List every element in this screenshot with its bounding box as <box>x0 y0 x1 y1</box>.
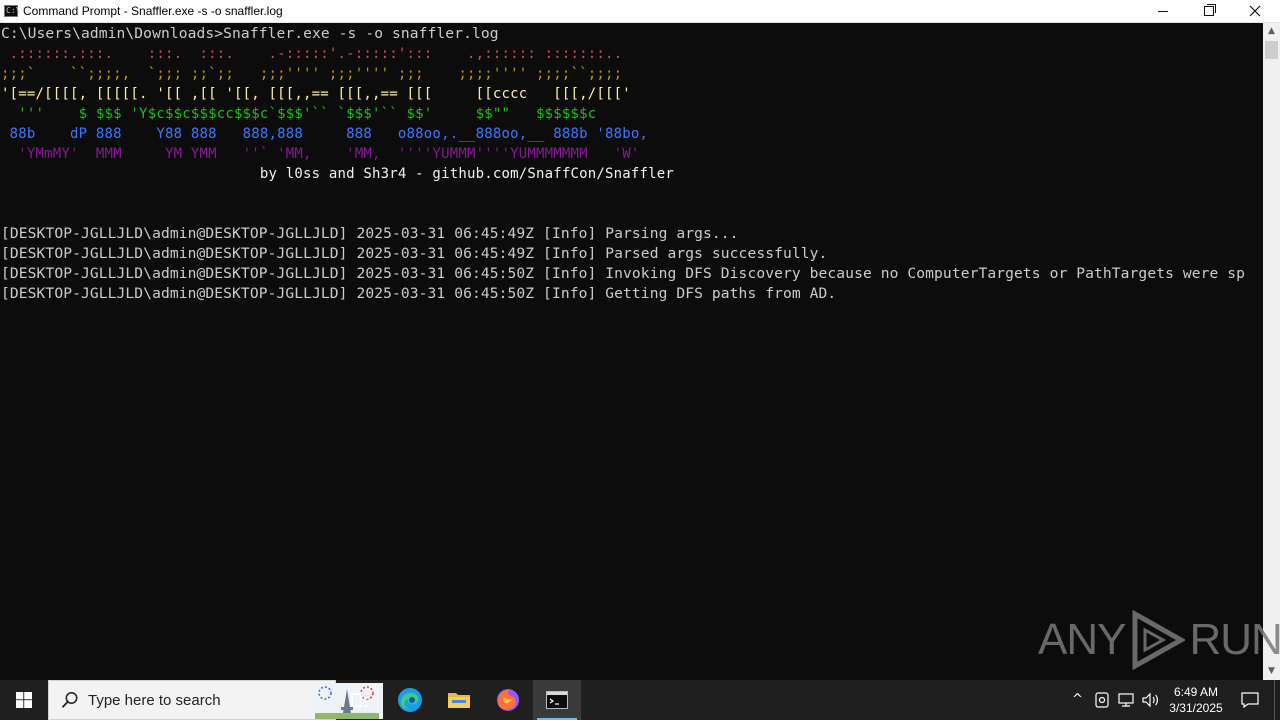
watermark-text-right: RUN <box>1189 615 1280 664</box>
folder-icon <box>448 693 470 708</box>
action-center-button[interactable] <box>1232 680 1268 720</box>
minimize-icon <box>1158 10 1168 12</box>
banner-line: 'YMmMY' MMM YM YMM ''` 'MM, 'MM, ''''YUM… <box>1 146 640 162</box>
log-line: [DESKTOP-JGLLJLD\admin@DESKTOP-JGLLJLD] … <box>1 265 1246 282</box>
firefox-taskbar-button[interactable] <box>484 680 532 720</box>
start-button[interactable] <box>0 680 48 720</box>
command-prompt-icon: C:\ <box>4 5 21 17</box>
scrollbar-thumb[interactable] <box>1265 41 1278 59</box>
console-output[interactable]: C:\Users\admin\Downloads>Snaffler.exe -s… <box>0 23 1263 680</box>
window-title-bar[interactable]: C:\ Command Prompt - Snaffler.exe -s -o … <box>0 0 1280 23</box>
firefox-icon <box>497 689 519 711</box>
command-prompt-taskbar-button[interactable] <box>533 680 581 720</box>
play-logo-icon <box>1132 610 1186 670</box>
window-title: Command Prompt - Snaffler.exe -s -o snaf… <box>23 4 283 18</box>
notification-icon <box>1241 692 1259 708</box>
show-hidden-icons-chevron-icon[interactable]: ^ <box>1072 692 1083 707</box>
taskbar: Type here to search ^ 6:49 AM 3/31/2025 <box>0 680 1280 720</box>
minimize-button[interactable] <box>1140 0 1186 22</box>
task-view-button[interactable] <box>336 680 384 720</box>
show-desktop-button[interactable] <box>1274 680 1280 720</box>
edge-icon <box>398 688 422 712</box>
terminal-icon <box>546 691 568 709</box>
banner-line: ''' $ $$$ 'Y$c$$c$$$cc$$$c`$$$'`` `$$$'`… <box>1 106 597 122</box>
scroll-up-arrow-icon[interactable]: ▲ <box>1263 23 1280 40</box>
banner-line: .::::::.:::. :::. :::. .-:::::'.-:::::':… <box>1 46 623 62</box>
taskbar-search-box[interactable]: Type here to search <box>48 680 383 720</box>
command-line: C:\Users\admin\Downloads>Snaffler.exe -s… <box>1 25 499 42</box>
close-button[interactable] <box>1232 0 1278 22</box>
task-view-icon <box>351 693 368 707</box>
banner-line: 88b dP 888 Y88 888 888,888 888 o88oo,.__… <box>1 126 649 142</box>
search-placeholder: Type here to search <box>88 692 221 709</box>
meet-now-icon[interactable] <box>1095 692 1109 708</box>
watermark-text-left: ANY <box>1038 615 1126 664</box>
restore-icon <box>1204 4 1216 16</box>
banner-line: '[==/[[[[, [[[[[. '[[ ,[[ '[[, [[[,,== [… <box>1 86 631 102</box>
vertical-scrollbar[interactable]: ▲ ▼ <box>1263 23 1280 680</box>
anyrun-watermark: ANY RUN <box>1038 610 1280 670</box>
windows-logo-icon <box>16 692 32 708</box>
close-icon <box>1249 5 1261 17</box>
banner-line: ;;;` ``;;;;, `;;; ;;`;; ;;;'''' ;;;'''' … <box>1 66 623 82</box>
restore-button[interactable] <box>1186 0 1232 22</box>
taskbar-clock[interactable]: 6:49 AM 3/31/2025 <box>1163 684 1229 716</box>
search-icon <box>61 692 78 708</box>
edge-taskbar-button[interactable] <box>386 680 434 720</box>
volume-icon[interactable] <box>1142 692 1160 708</box>
network-icon[interactable] <box>1118 692 1134 708</box>
log-line: [DESKTOP-JGLLJLD\admin@DESKTOP-JGLLJLD] … <box>1 225 739 242</box>
log-line: [DESKTOP-JGLLJLD\admin@DESKTOP-JGLLJLD] … <box>1 285 837 302</box>
banner-byline: by l0ss and Sh3r4 - github.com/SnaffCon/… <box>1 166 675 182</box>
file-explorer-taskbar-button[interactable] <box>435 680 483 720</box>
clock-date: 3/31/2025 <box>1169 701 1223 715</box>
log-line: [DESKTOP-JGLLJLD\admin@DESKTOP-JGLLJLD] … <box>1 245 828 262</box>
clock-time: 6:49 AM <box>1173 685 1219 699</box>
